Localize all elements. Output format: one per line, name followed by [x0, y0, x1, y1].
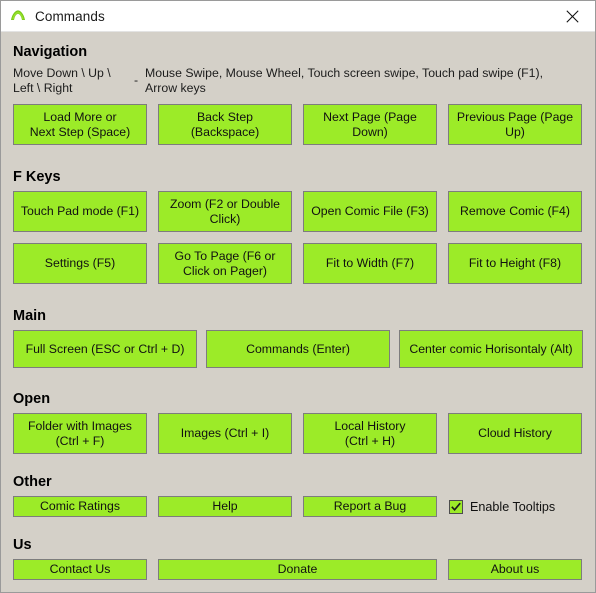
button-fit-to-height[interactable]: Fit to Height (F8) — [448, 243, 582, 284]
button-open-comic-file[interactable]: Open Comic File (F3) — [303, 191, 437, 232]
navigation-separator: - — [134, 73, 139, 87]
navigation-shortcut-label: Move Down \ Up \ Left \ Right — [13, 66, 111, 95]
close-button[interactable] — [550, 1, 595, 31]
button-local-history[interactable]: Local History (Ctrl + H) — [303, 413, 437, 454]
button-previous-page[interactable]: Previous Page (Page Up) — [448, 104, 582, 145]
button-go-to-page[interactable]: Go To Page (F6 or Click on Pager) — [158, 243, 292, 284]
button-full-screen[interactable]: Full Screen (ESC or Ctrl + D) — [13, 330, 197, 368]
section-title-main: Main — [13, 308, 47, 324]
button-folder-with-images[interactable]: Folder with Images (Ctrl + F) — [13, 413, 147, 454]
checkbox-label: Enable Tooltips — [470, 499, 556, 514]
button-help[interactable]: Help — [158, 496, 292, 517]
button-back-step[interactable]: Back Step (Backspace) — [158, 104, 292, 145]
title-bar: Commands — [1, 1, 595, 32]
button-images[interactable]: Images (Ctrl + I) — [158, 413, 292, 454]
checkbox-box[interactable] — [449, 499, 463, 514]
button-next-page[interactable]: Next Page (Page Down) — [303, 104, 437, 145]
button-settings[interactable]: Settings (F5) — [13, 243, 147, 284]
button-touch-pad-mode[interactable]: Touch Pad mode (F1) — [13, 191, 147, 232]
section-title-other: Other — [13, 474, 52, 490]
button-contact-us[interactable]: Contact Us — [13, 559, 147, 580]
checkbox-enable-tooltips[interactable]: Enable Tooltips — [449, 496, 555, 517]
button-donate[interactable]: Donate — [158, 559, 437, 580]
button-comic-ratings[interactable]: Comic Ratings — [13, 496, 147, 517]
button-zoom[interactable]: Zoom (F2 or Double Click) — [158, 191, 292, 232]
commands-content: Navigation Move Down \ Up \ Left \ Right… — [1, 32, 595, 592]
section-title-f-keys: F Keys — [13, 169, 61, 185]
section-title-open: Open — [13, 391, 51, 407]
check-icon — [451, 502, 461, 511]
button-remove-comic[interactable]: Remove Comic (F4) — [448, 191, 582, 232]
window-title: Commands — [35, 8, 105, 24]
button-about-us[interactable]: About us — [448, 559, 582, 580]
button-fit-to-width[interactable]: Fit to Width (F7) — [303, 243, 437, 284]
mountain-arch-icon — [9, 7, 27, 25]
section-title-us: Us — [13, 537, 32, 553]
navigation-description: Mouse Swipe, Mouse Wheel, Touch screen s… — [145, 66, 544, 95]
button-cloud-history[interactable]: Cloud History — [448, 413, 582, 454]
button-load-more-next-step[interactable]: Load More or Next Step (Space) — [13, 104, 147, 145]
section-title-navigation: Navigation — [13, 44, 88, 60]
commands-window: Commands Navigation Move Down \ Up \ Lef… — [0, 0, 596, 593]
button-commands[interactable]: Commands (Enter) — [206, 330, 390, 368]
close-icon — [566, 9, 579, 23]
button-center-comic-horizontally[interactable]: Center comic Horisontaly (Alt) — [399, 330, 583, 368]
button-report-a-bug[interactable]: Report a Bug — [303, 496, 437, 517]
